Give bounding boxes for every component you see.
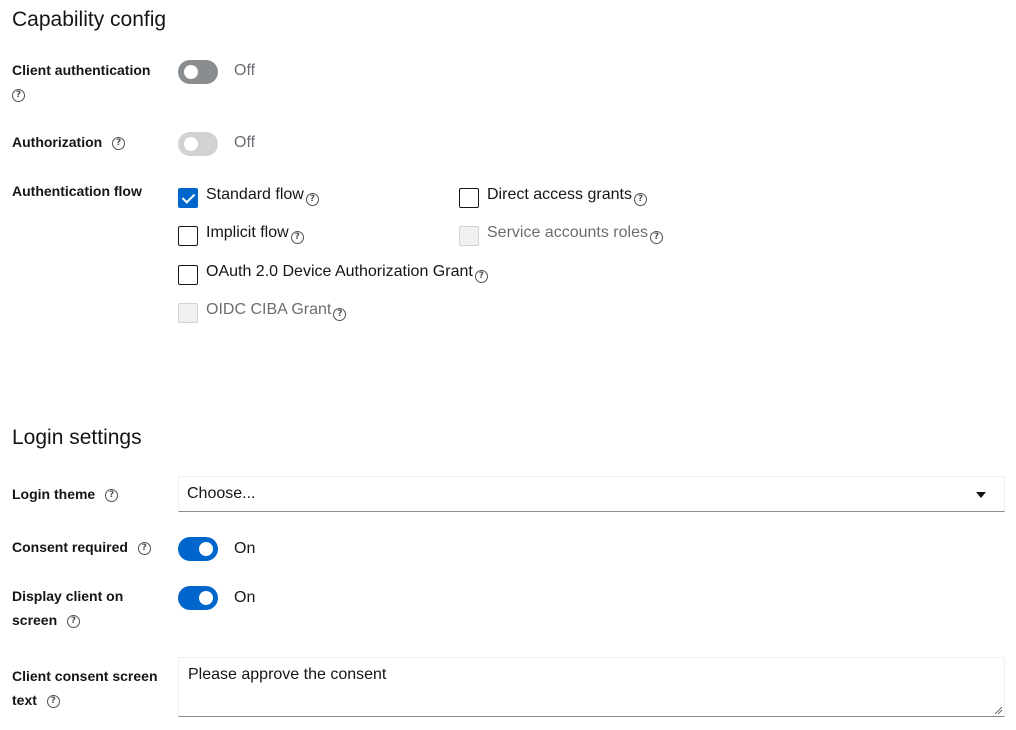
authorization-label-text: Authorization: [12, 134, 103, 150]
client-authentication-switch[interactable]: [178, 60, 218, 84]
standard-flow-label: Standard flow: [206, 186, 304, 203]
help-icon[interactable]: ?: [649, 230, 663, 244]
consent-required-switch[interactable]: [178, 537, 218, 561]
direct-access-grants-label: Direct access grants: [487, 186, 632, 203]
implicit-flow-label: Implicit flow: [206, 224, 289, 241]
service-accounts-roles-checkbox: [459, 226, 479, 246]
capability-config-title: Capability config: [12, 8, 167, 31]
consent-required-state: On: [234, 540, 256, 557]
direct-access-grants-option[interactable]: Direct access grants ?: [459, 186, 647, 208]
help-icon[interactable]: ?: [633, 192, 647, 206]
client-authentication-label: Client authentication ?: [12, 58, 150, 106]
oidc-ciba-grant-option: OIDC CIBA Grant ?: [178, 301, 347, 323]
switch-knob: [184, 65, 198, 79]
consent-required-label: Consent required ?: [12, 535, 151, 559]
login-theme-select[interactable]: Choose...: [178, 476, 1005, 512]
consent-text-label-line1: Client consent screen: [12, 668, 158, 684]
consent-text-label-line2: text: [12, 692, 37, 708]
caret-down-icon: [976, 492, 986, 498]
authorization-state: Off: [234, 134, 256, 151]
help-icon[interactable]: ?: [67, 614, 81, 628]
resize-grip-icon[interactable]: [993, 705, 1003, 715]
authentication-flow-label: Authentication flow: [12, 183, 142, 199]
client-authentication-label-text: Client authentication: [12, 62, 151, 78]
help-icon[interactable]: ?: [474, 269, 488, 283]
display-client-label-line1: Display client on: [12, 588, 124, 604]
authorization-switch: [178, 132, 218, 156]
switch-knob: [199, 542, 213, 556]
login-theme-label-text: Login theme: [12, 486, 96, 502]
device-authorization-grant-option[interactable]: OAuth 2.0 Device Authorization Grant ?: [178, 263, 488, 285]
display-client-label: Display client on screen ?: [12, 584, 123, 632]
login-theme-value: Choose...: [187, 485, 256, 502]
standard-flow-option[interactable]: Standard flow ?: [178, 186, 319, 208]
oidc-ciba-grant-label: OIDC CIBA Grant: [206, 301, 332, 318]
authorization-label: Authorization ?: [12, 130, 126, 154]
implicit-flow-option[interactable]: Implicit flow ?: [178, 224, 304, 246]
help-icon[interactable]: ?: [112, 136, 126, 150]
service-accounts-roles-label: Service accounts roles: [487, 224, 648, 241]
help-icon[interactable]: ?: [12, 88, 25, 102]
display-client-state: On: [234, 589, 256, 606]
help-icon[interactable]: ?: [305, 192, 319, 206]
device-authorization-grant-checkbox[interactable]: [178, 265, 198, 285]
service-accounts-roles-option: Service accounts roles ?: [459, 224, 663, 246]
standard-flow-checkbox[interactable]: [178, 188, 198, 208]
switch-knob: [199, 591, 213, 605]
client-authentication-state: Off: [234, 62, 256, 79]
help-icon[interactable]: ?: [290, 230, 304, 244]
oidc-ciba-grant-checkbox: [178, 303, 198, 323]
consent-text-textarea[interactable]: Please approve the consent: [178, 657, 1005, 717]
help-icon[interactable]: ?: [105, 488, 119, 502]
display-client-switch[interactable]: [178, 586, 218, 610]
login-settings-title: Login settings: [12, 426, 142, 449]
display-client-label-line2: screen: [12, 612, 58, 628]
help-icon[interactable]: ?: [137, 541, 151, 555]
help-icon[interactable]: ?: [46, 694, 60, 708]
consent-text-label: Client consent screen text ?: [12, 664, 158, 712]
switch-knob: [184, 137, 198, 151]
login-theme-label: Login theme ?: [12, 482, 119, 506]
device-authorization-grant-label: OAuth 2.0 Device Authorization Grant: [206, 263, 473, 280]
consent-required-label-text: Consent required: [12, 539, 128, 555]
help-icon[interactable]: ?: [333, 307, 347, 321]
implicit-flow-checkbox[interactable]: [178, 226, 198, 246]
direct-access-grants-checkbox[interactable]: [459, 188, 479, 208]
